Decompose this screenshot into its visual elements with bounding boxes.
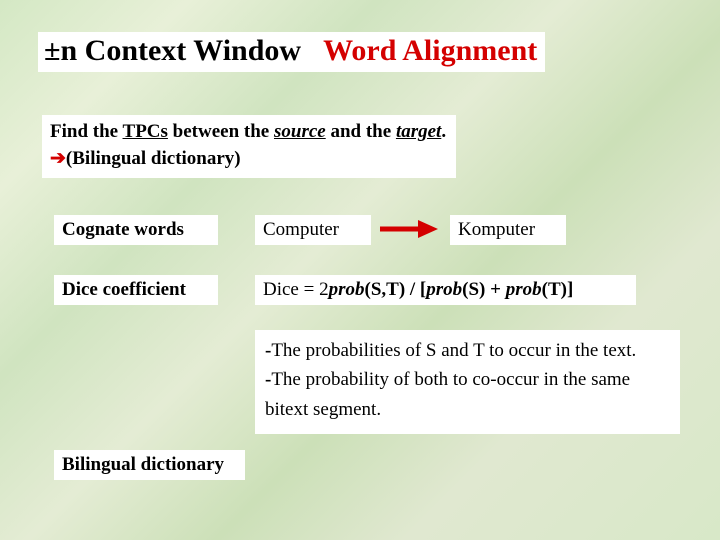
title-part2: Word Alignment <box>323 34 537 67</box>
arrow-right-icon: ➔ <box>50 148 66 169</box>
arrow-right-icon <box>378 216 440 242</box>
intro-line2: ➔(Bilingual dictionary) <box>50 146 446 173</box>
title-part1: ±n Context Window <box>44 34 301 67</box>
dice-formula: Dice = 2prob(S,T) / [prob(S) + prob(T)] <box>255 275 636 305</box>
slide-title: ±n Context Window Word Alignment <box>38 32 545 72</box>
dice-coefficient-label: Dice coefficient <box>54 275 218 305</box>
explain-line1: -The probabilities of S and T to occur i… <box>265 336 670 365</box>
bilingual-dictionary-label: Bilingual dictionary <box>54 450 245 480</box>
explanation-block: -The probabilities of S and T to occur i… <box>255 330 680 434</box>
komputer-word: Komputer <box>450 215 566 245</box>
intro-line1: Find the TPCs between the source and the… <box>50 119 446 146</box>
explain-line2a: -The probability of both to co-occur in … <box>265 365 670 394</box>
intro-block: Find the TPCs between the source and the… <box>42 115 456 178</box>
computer-word: Computer <box>255 215 371 245</box>
cognate-words-label: Cognate words <box>54 215 218 245</box>
explain-line2b: bitext segment. <box>265 395 670 424</box>
